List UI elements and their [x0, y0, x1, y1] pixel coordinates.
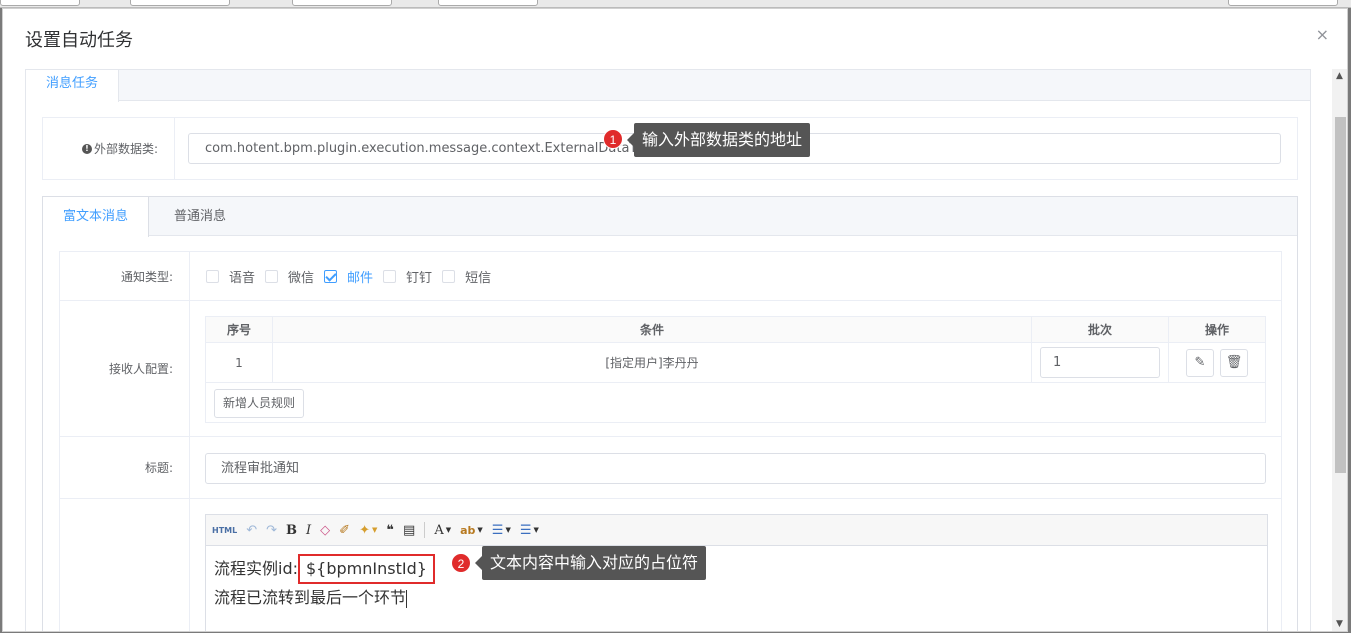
italic-icon[interactable]: I — [306, 523, 311, 538]
background-tab — [292, 0, 392, 6]
checkbox-label: 语音 — [229, 270, 256, 286]
font-color-glyph: A — [434, 522, 444, 538]
row-condition: [指定用户]李丹丹 — [272, 342, 1032, 383]
highlight-icon[interactable]: ab ▼ — [460, 524, 483, 537]
checkbox-box[interactable] — [324, 269, 338, 283]
editor-line-2: 流程已流转到最后一个环节 — [214, 584, 1259, 611]
notify-type-group: 语音 微信 邮件 钉钉 短信 — [190, 252, 1281, 300]
editor-line-1-prefix: 流程实例id: — [214, 559, 298, 578]
background-app-strip — [0, 0, 1351, 8]
checkbox-dingtalk[interactable]: 钉钉 — [383, 267, 432, 286]
title-label: 标题: — [60, 437, 190, 498]
external-data-label-text: 外部数据类: — [93, 142, 158, 156]
table-row: 1 [指定用户]李丹丹 1 ✎ 🗑 — [205, 342, 1266, 383]
notify-type-row: 通知类型: 语音 微信 邮件 钉钉 短信 — [60, 252, 1281, 301]
rich-text-editor: HTML ↶ ↷ B I ◇ ✐ ✦ ▼ ❝ ▤ A ▼ ab ▼ ☰ ▼ ☰ … — [205, 514, 1268, 631]
modal-header: 设置自动任务 — [3, 9, 1347, 69]
tab-message-task[interactable]: 消息任务 — [26, 70, 120, 102]
tab-plain-message[interactable]: 普通消息 — [154, 197, 246, 236]
background-tab — [130, 0, 230, 6]
outer-tabbar: 消息任务 — [26, 70, 1310, 102]
row-index: 1 — [205, 342, 273, 383]
table-footer-cell — [205, 382, 1266, 423]
checkbox-wechat[interactable]: 微信 — [265, 267, 314, 286]
info-icon: ! — [81, 143, 92, 154]
modal-scrollbar[interactable]: ▲ ▼ — [1332, 69, 1347, 631]
title-row: 标题: 流程审批通知 — [60, 437, 1281, 499]
checkbox-label: 邮件 — [347, 270, 374, 286]
table-footer-row — [205, 382, 1266, 423]
annotation-badge-2: 2 — [451, 553, 471, 573]
editor-content[interactable]: 流程实例id: ${bpmnInstId} 流程已流转到最后一个环节 — [206, 546, 1267, 619]
receiver-config-row: 接收人配置: 序号 条件 批次 操作 1 [指定用户]李丹丹 1 ✎ 🗑 新增人… — [60, 301, 1281, 437]
background-tab — [1228, 0, 1338, 6]
add-receiver-rule-button[interactable]: 新增人员规则 — [214, 389, 305, 418]
tab-rich-text-message[interactable]: 富文本消息 — [43, 197, 150, 237]
checkbox-label: 微信 — [288, 270, 315, 286]
notify-type-label: 通知类型: — [60, 252, 190, 300]
receiver-table: 序号 条件 批次 操作 1 [指定用户]李丹丹 1 ✎ 🗑 — [205, 316, 1266, 423]
modal-title: 设置自动任务 — [25, 30, 133, 51]
placeholder-highlight: ${bpmnInstId} — [298, 554, 435, 584]
scroll-up-icon[interactable]: ▲ — [1336, 71, 1343, 81]
background-tab — [438, 0, 538, 6]
checkbox-sms[interactable]: 短信 — [442, 267, 491, 286]
edit-icon[interactable]: ✎ — [1186, 348, 1214, 377]
column-header-condition: 条件 — [272, 316, 1032, 343]
annotation-badge-1: 1 — [603, 129, 623, 149]
checkbox-box[interactable] — [442, 269, 456, 283]
checkbox-box[interactable] — [206, 269, 219, 283]
quote-icon[interactable]: ❝ — [386, 523, 394, 538]
paste-icon[interactable]: ▤ — [403, 523, 415, 538]
delete-icon[interactable]: 🗑 — [1220, 348, 1248, 377]
external-data-label: ! 外部数据类: — [43, 118, 175, 179]
scroll-down-icon[interactable]: ▼ — [1336, 619, 1343, 629]
checkbox-box[interactable] — [265, 269, 279, 283]
text-cursor — [406, 589, 408, 608]
eraser-icon[interactable]: ◇ — [320, 523, 330, 538]
html-source-icon[interactable]: HTML — [212, 526, 237, 535]
bold-icon[interactable]: B — [286, 523, 297, 538]
annotation-tooltip-2: 文本内容中输入对应的占位符 — [474, 546, 707, 580]
editor-line-1: 流程实例id: ${bpmnInstId} — [214, 554, 1259, 584]
column-header-index: 序号 — [205, 316, 273, 343]
row-actions: ✎ 🗑 — [1168, 342, 1266, 383]
checkbox-voice[interactable]: 语音 — [206, 267, 255, 286]
font-color-icon[interactable]: A ▼ — [434, 523, 451, 538]
inner-tabbar: 富文本消息 普通消息 — [43, 197, 1297, 237]
unordered-list-icon[interactable]: ☰ ▼ — [520, 523, 539, 538]
editor-toolbar: HTML ↶ ↷ B I ◇ ✐ ✦ ▼ ❝ ▤ A ▼ ab ▼ ☰ ▼ ☰ … — [206, 515, 1267, 546]
magic-icon[interactable]: ✦ ▼ — [359, 523, 377, 538]
column-header-actions: 操作 — [1168, 316, 1266, 343]
column-header-batch: 批次 — [1031, 316, 1169, 343]
scroll-thumb[interactable] — [1335, 117, 1346, 473]
close-icon[interactable]: × — [1316, 25, 1329, 44]
content-label — [60, 499, 190, 631]
auto-task-modal: 设置自动任务 × 消息任务 ! 外部数据类: com.hotent.bpm.plu… — [2, 8, 1348, 632]
highlight-glyph: ab — [460, 523, 476, 537]
checkbox-label: 钉钉 — [406, 270, 433, 286]
row-batch-cell: 1 — [1031, 342, 1169, 383]
toolbar-separator — [424, 522, 426, 538]
redo-icon[interactable]: ↷ — [266, 523, 277, 538]
checkbox-box[interactable] — [383, 269, 397, 283]
checkbox-email[interactable]: 邮件 — [324, 267, 373, 286]
ordered-list-icon[interactable]: ☰ ▼ — [492, 523, 511, 538]
annotation-tooltip-1: 输入外部数据类的地址 — [626, 123, 811, 157]
batch-input[interactable]: 1 — [1040, 347, 1160, 378]
editor-line-2-text: 流程已流转到最后一个环节 — [214, 588, 407, 607]
background-tab — [0, 0, 80, 6]
brush-icon[interactable]: ✐ — [339, 523, 350, 538]
undo-icon[interactable]: ↶ — [246, 523, 257, 538]
receiver-config-label: 接收人配置: — [60, 301, 190, 436]
checkbox-label: 短信 — [465, 270, 492, 286]
title-input[interactable]: 流程审批通知 — [205, 453, 1266, 484]
